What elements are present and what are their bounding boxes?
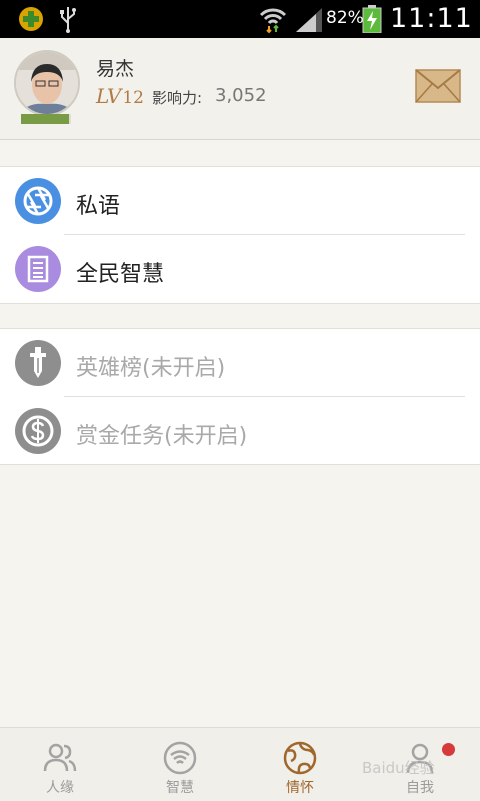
menu-group-locked: 英雄榜(未开启) 赏金任务(未开启)	[0, 328, 480, 465]
level-prefix: LV	[96, 84, 122, 108]
menu-item-private-messages[interactable]: 私语	[0, 167, 480, 235]
level-badge: LV12	[96, 84, 144, 108]
menu-item-hero-board[interactable]: 英雄榜(未开启)	[0, 329, 480, 397]
tab-sentiment[interactable]: 情怀	[240, 728, 360, 801]
people-icon	[42, 740, 78, 776]
tab-label-wisdom: 智慧	[166, 780, 194, 796]
clock: 11:11	[390, 3, 473, 34]
sword-icon	[15, 340, 61, 386]
influence-value: 3,052	[215, 85, 267, 106]
dollar-icon	[15, 408, 61, 454]
wifi-circle-icon	[162, 740, 198, 776]
battery-percent: 82%	[326, 8, 364, 28]
level-progress-fill	[21, 114, 69, 124]
tab-label-connections: 人缘	[46, 780, 74, 796]
wifi-icon	[258, 4, 288, 38]
menu-group-social: 私语 全民智慧	[0, 166, 480, 304]
globe-icon	[282, 740, 318, 776]
menu-item-bounty-tasks[interactable]: 赏金任务(未开启)	[0, 397, 480, 465]
username: 易杰	[96, 58, 135, 80]
influence-label: 影响力:	[152, 89, 203, 107]
signal-strength-icon	[294, 6, 324, 36]
watermark: Baidu经验	[362, 759, 435, 777]
menu-label-hero-board: 英雄榜(未开启)	[76, 356, 226, 381]
usb-icon	[58, 5, 78, 37]
status-bar: 82% 11:11	[0, 0, 480, 38]
menu-item-collective-wisdom[interactable]: 全民智慧	[0, 235, 480, 303]
tab-wisdom[interactable]: 智慧	[120, 728, 240, 801]
document-icon	[15, 246, 61, 292]
level-number: 12	[122, 88, 144, 108]
menu-label-bounty-tasks: 赏金任务(未开启)	[76, 424, 248, 449]
battery-charging-icon	[362, 5, 382, 37]
menu-label-private-messages: 私语	[76, 194, 121, 219]
notification-badge	[442, 743, 455, 756]
level-progress-bar	[21, 114, 71, 124]
camera-aperture-icon	[15, 178, 61, 224]
app-notification-icon	[18, 6, 44, 36]
tab-connections[interactable]: 人缘	[0, 728, 120, 801]
profile-header: 易杰 LV12 影响力: 3,052	[0, 38, 480, 140]
avatar[interactable]	[14, 50, 80, 116]
menu-label-collective-wisdom: 全民智慧	[76, 262, 165, 287]
mail-icon[interactable]	[415, 69, 461, 103]
tab-label-self: 自我	[406, 780, 434, 796]
tab-label-sentiment: 情怀	[286, 780, 314, 796]
